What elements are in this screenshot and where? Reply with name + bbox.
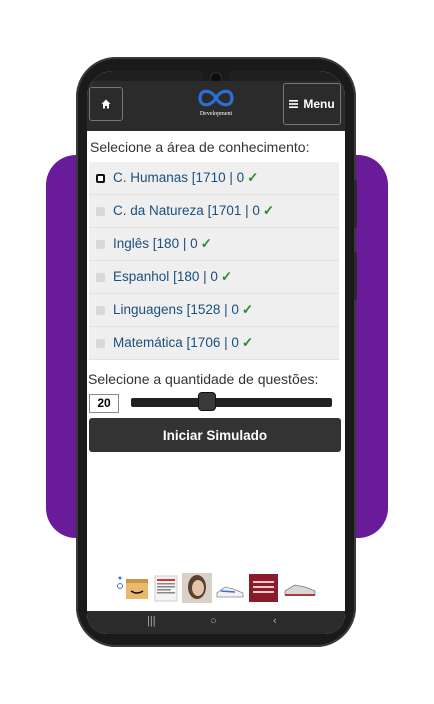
area-checkbox[interactable] — [96, 173, 105, 183]
area-name: Inglês — [113, 236, 150, 251]
home-circle-icon[interactable]: ○ — [210, 615, 217, 627]
ad-product-box-image[interactable] — [124, 573, 150, 603]
android-nav-bar: ||| ○ ‹ — [87, 611, 345, 634]
area-option-linguagens[interactable]: Linguagens [1528 | 0 ✓ — [89, 294, 339, 327]
quantity-label: Selecione a quantidade de questões: — [88, 371, 319, 387]
phone-side-button — [354, 252, 357, 300]
infinity-logo-icon — [198, 89, 234, 107]
phone-side-button — [354, 180, 357, 228]
check-icon: ✓ — [262, 203, 275, 218]
area-name: Matemática — [113, 335, 183, 350]
app-header: Development Menu — [87, 81, 345, 131]
start-simulation-button[interactable]: Iniciar Simulado — [89, 418, 341, 452]
area-selection-label: Selecione a área de conhecimento: — [90, 139, 310, 155]
ad-shoes-image[interactable] — [215, 573, 245, 603]
ad-portrait-image[interactable] — [182, 573, 212, 603]
area-option-list: C. Humanas [1710 | 0 ✓ C. da Natureza [17… — [89, 162, 339, 360]
check-icon: ✓ — [241, 335, 254, 350]
ad-info-icon[interactable] — [117, 575, 123, 593]
area-option-matematica[interactable]: Matemática [1706 | 0 ✓ — [89, 327, 339, 360]
ad-sneaker-image[interactable] — [283, 573, 317, 603]
area-count: [1710 | 0 — [191, 170, 245, 185]
quantity-slider-track[interactable] — [131, 398, 332, 407]
area-option-espanhol[interactable]: Espanhol [180 | 0 ✓ — [89, 261, 339, 294]
hamburger-icon — [289, 100, 299, 108]
area-checkbox[interactable] — [96, 338, 105, 348]
back-icon[interactable]: ‹ — [273, 615, 277, 627]
area-count: [1528 | 0 — [186, 302, 239, 317]
area-checkbox[interactable] — [96, 305, 105, 315]
ad-document-image[interactable] — [153, 573, 179, 603]
home-icon — [101, 99, 111, 109]
area-count: [180 | 0 — [152, 236, 198, 251]
area-checkbox[interactable] — [96, 272, 105, 282]
app-logo: Development — [191, 85, 241, 125]
area-count: [1701 | 0 — [207, 203, 260, 218]
quantity-value-field[interactable]: 20 — [89, 394, 119, 413]
area-option-ingles[interactable]: Inglês [180 | 0 ✓ — [89, 228, 339, 261]
check-icon: ✓ — [247, 170, 259, 185]
area-count: [180 | 0 — [173, 269, 218, 284]
check-icon: ✓ — [200, 236, 212, 251]
home-button[interactable] — [89, 87, 123, 121]
area-name: C. da Natureza — [113, 203, 204, 218]
area-name: C. Humanas — [113, 170, 189, 185]
quantity-slider-handle[interactable] — [198, 392, 217, 411]
area-count: [1706 | 0 — [186, 335, 239, 350]
area-option-humanas[interactable]: C. Humanas [1710 | 0 ✓ — [89, 162, 339, 195]
area-name: Espanhol — [113, 269, 170, 284]
phone-screen: Development Menu Selecione a área de con… — [87, 71, 345, 634]
check-icon: ✓ — [220, 269, 233, 284]
recent-apps-icon[interactable]: ||| — [147, 615, 156, 627]
check-icon: ✓ — [241, 302, 254, 317]
logo-text: Development — [199, 111, 233, 117]
area-option-natureza[interactable]: C. da Natureza [1701 | 0 ✓ — [89, 195, 339, 228]
menu-label: Menu — [303, 97, 335, 111]
area-checkbox[interactable] — [96, 239, 105, 249]
ad-banner[interactable] — [115, 571, 319, 605]
area-checkbox[interactable] — [96, 206, 105, 216]
ad-book-image[interactable] — [248, 573, 279, 603]
menu-button[interactable]: Menu — [283, 83, 341, 125]
area-name: Linguagens — [113, 302, 183, 317]
